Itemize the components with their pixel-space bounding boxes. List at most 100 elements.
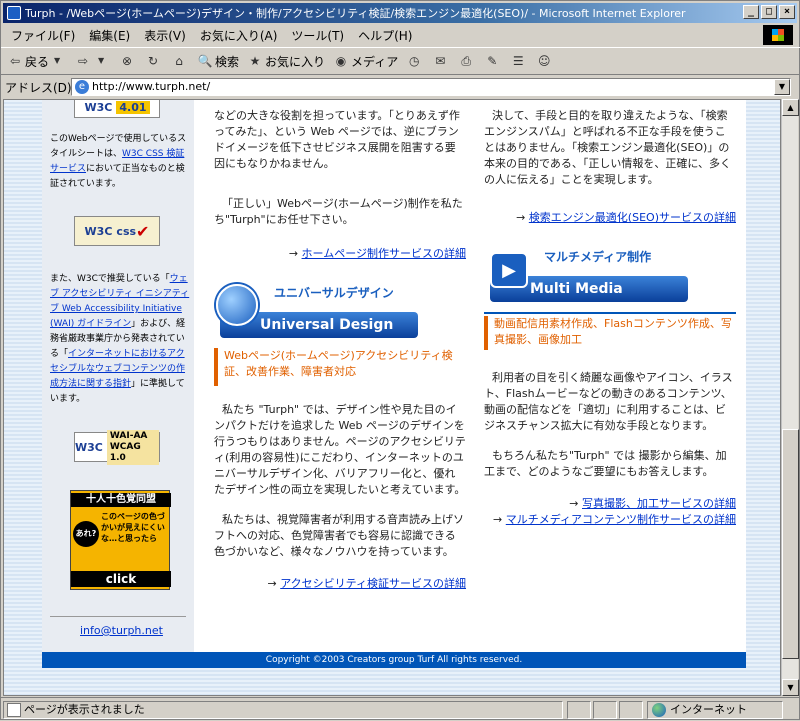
multimedia-link-row: → マルチメディアコンテンツ制作サービスの詳細 xyxy=(484,512,736,528)
print-button[interactable]: ⎙ xyxy=(458,53,476,69)
history-button[interactable]: ◷ xyxy=(406,53,424,69)
maximize-button[interactable]: □ xyxy=(761,5,777,19)
scroll-thumb[interactable] xyxy=(782,429,799,659)
color-vision-promo[interactable]: 十人十色覚同盟 あれ? このページの色づかいが見えにくいな…と思ったら clic… xyxy=(70,490,171,590)
scroll-up-button[interactable]: ▲ xyxy=(782,99,799,116)
col1-heading-accent xyxy=(214,348,218,386)
photo-detail-link[interactable]: 写真撮影、加工サービスの詳細 xyxy=(582,497,736,510)
media-button[interactable]: ◉ メディア xyxy=(333,53,398,70)
address-dropdown-button[interactable]: ▼ xyxy=(774,79,790,95)
page-footer: Copyright ©2003 Creators group Turf All … xyxy=(42,652,746,668)
arrow: → xyxy=(569,497,579,510)
left-sidebar: W3C 4.01 このWebページで使用しているスタイルシートは、W3C CSS… xyxy=(42,100,194,652)
vertical-scrollbar[interactable]: ▲ ▼ xyxy=(781,99,799,696)
messenger-button[interactable]: ☺ xyxy=(536,53,554,69)
favorites-button[interactable]: ★ お気に入り xyxy=(247,53,325,70)
discuss-button[interactable]: ☰ xyxy=(510,53,528,69)
menu-help[interactable]: ヘルプ(H) xyxy=(358,27,412,44)
col2-paragraph-3: もちろん私たち"Turph" では 撮影から編集、加工まで、どのようなご要望にも… xyxy=(484,449,727,478)
search-button[interactable]: 🔍 検索 xyxy=(197,53,240,70)
w3c-wai-badge[interactable]: W3C WAI-AA WCAG 1.0 xyxy=(74,429,160,465)
css-badge-label: css xyxy=(116,224,137,238)
edit-button[interactable]: ✎ xyxy=(484,53,502,69)
menu-favorites[interactable]: お気に入り(A) xyxy=(200,27,278,44)
video-camera-icon: ▶ xyxy=(490,252,528,288)
forward-button[interactable]: ⇨ ▼ xyxy=(75,53,111,69)
ie-page-icon xyxy=(7,6,21,20)
forward-arrow-icon: ⇨ xyxy=(77,54,89,68)
address-input[interactable]: e http://www.turph.net/ ▼ xyxy=(71,78,791,96)
wcag-label: WCAG 1.0 xyxy=(109,441,141,463)
menu-view[interactable]: 表示(V) xyxy=(144,27,186,44)
col1-paragraph-2: 「正しい」Webページ(ホームページ)制作を私たち"Turph"にお任せ下さい。 xyxy=(214,197,463,226)
media-label: メディア xyxy=(351,54,399,69)
w3c-css-badge[interactable]: W3C css ✔ xyxy=(74,216,160,246)
edit-icon: ✎ xyxy=(487,54,498,68)
scroll-down-button[interactable]: ▼ xyxy=(782,679,799,696)
history-icon: ◷ xyxy=(408,54,420,68)
accessibility-link-row: → アクセシビリティ検証サービスの詳細 xyxy=(214,576,466,592)
status-slot-3 xyxy=(619,701,643,719)
status-slot-2 xyxy=(593,701,617,719)
back-button[interactable]: ⇦ 戻る ▼ xyxy=(7,53,67,70)
multimedia-detail-link[interactable]: マルチメディアコンテンツ制作サービスの詳細 xyxy=(506,513,736,526)
page-done-icon xyxy=(7,703,21,717)
close-button[interactable]: × xyxy=(779,5,795,19)
search-icon: 🔍 xyxy=(197,54,213,68)
promo-lead: あれ? xyxy=(73,521,99,547)
discuss-icon: ☰ xyxy=(512,54,524,68)
browser-window: Turph - /Webページ(ホームページ)デザイン・制作/アクセシビリティ検… xyxy=(0,0,800,720)
toolbar: ⇦ 戻る ▼ ⇨ ▼ ⊗ ↻ ⌂ 🔍 検索 ★ お気に入り ◉ メディア ◷ ✉… xyxy=(1,47,800,75)
status-bar: ページが表示されました インターネット xyxy=(1,697,800,721)
globe-zone-icon xyxy=(652,703,666,717)
dropdown-icon: ▼ xyxy=(53,56,61,65)
menu-file[interactable]: ファイル(F) xyxy=(11,27,75,44)
html-version: 4.01 xyxy=(116,100,150,114)
wai-aa-label: WAI-AA xyxy=(109,430,148,441)
media-icon: ◉ xyxy=(335,54,347,68)
minimize-button[interactable]: _ xyxy=(743,5,759,19)
photo-link-row: → 写真撮影、加工サービスの詳細 xyxy=(484,496,736,512)
status-main: ページが表示されました xyxy=(3,701,563,719)
home-button[interactable]: ⌂ xyxy=(171,53,189,69)
col2-heading-accent xyxy=(484,316,488,350)
status-text: ページが表示されました xyxy=(24,703,145,716)
col1-heading: Webページ(ホームページ)アクセシビリティ検証、改善作業、障害者対応 xyxy=(224,349,453,378)
col1-paragraph-3: 私たち "Turph" では、デザイン性や見た目のインパクトだけを追求した We… xyxy=(214,403,466,496)
promo-body: このページの色づかいが見えにくいな…と思ったら xyxy=(101,512,165,543)
stop-icon: ⊗ xyxy=(121,54,133,68)
w3c-html-badge[interactable]: W3C 4.01 xyxy=(74,100,160,118)
status-slot-1 xyxy=(567,701,591,719)
menu-edit[interactable]: 編集(E) xyxy=(89,27,130,44)
page-viewport: W3C 4.01 このWebページで使用しているスタイルシートは、W3C CSS… xyxy=(3,99,781,696)
title-bar: Turph - /Webページ(ホームページ)デザイン・制作/アクセシビリティ検… xyxy=(3,3,797,23)
stop-button[interactable]: ⊗ xyxy=(119,53,137,69)
arrow: → xyxy=(267,577,277,590)
favorites-label: お気に入り xyxy=(265,54,326,69)
globe-icon xyxy=(216,284,258,326)
search-label: 検索 xyxy=(215,54,240,69)
seo-link-row: → 検索エンジン最適化(SEO)サービスの詳細 xyxy=(484,210,736,226)
arrow: → xyxy=(516,211,526,224)
universal-design-banner: ユニバーサルデザイン Universal Design xyxy=(216,282,422,338)
multimedia-banner: ▶ マルチメディア制作 Multi Media xyxy=(486,246,692,302)
promo-title: 十人十色覚同盟 xyxy=(71,493,171,507)
col2-paragraph-1: 決して、手段と目的を取り違えたような、「検索エンジンスパム」と呼ばれる不正な手段… xyxy=(484,109,732,186)
refresh-button[interactable]: ↻ xyxy=(145,53,163,69)
address-url: http://www.turph.net/ xyxy=(92,80,211,93)
seo-detail-link[interactable]: 検索エンジン最適化(SEO)サービスの詳細 xyxy=(529,211,736,224)
col2-paragraph-2: 利用者の目を引く綺麗な画像やアイコン、イラスト、Flashムービーなどの動きのあ… xyxy=(484,371,733,432)
web-production-detail-link[interactable]: ホームページ制作サービスの詳細 xyxy=(302,247,466,260)
mail-button[interactable]: ✉ xyxy=(432,53,450,69)
home-icon: ⌂ xyxy=(175,54,183,68)
menu-bar: ファイル(F) 編集(E) 表示(V) お気に入り(A) ツール(T) ヘルプ(… xyxy=(1,25,761,45)
col1-paragraph-4: 私たちは、視覚障害者が利用する音声読み上げソフトへの対応、色覚障害者でも容易に認… xyxy=(214,513,464,558)
wai-text: また、W3Cで推奨している「ウェブ アクセシビリティ イニシアティブ Web A… xyxy=(50,272,190,407)
accessibility-detail-link[interactable]: アクセシビリティ検証サービスの詳細 xyxy=(280,577,466,590)
email-link[interactable]: info@turph.net xyxy=(80,624,163,637)
mail-icon: ✉ xyxy=(435,54,446,68)
refresh-icon: ↻ xyxy=(147,54,159,68)
menu-tools[interactable]: ツール(T) xyxy=(291,27,344,44)
windows-logo-icon xyxy=(763,25,793,45)
col2-heading: 動画配信用素材作成、Flashコンテンツ作成、写真撮影、画像加工 xyxy=(494,317,732,346)
